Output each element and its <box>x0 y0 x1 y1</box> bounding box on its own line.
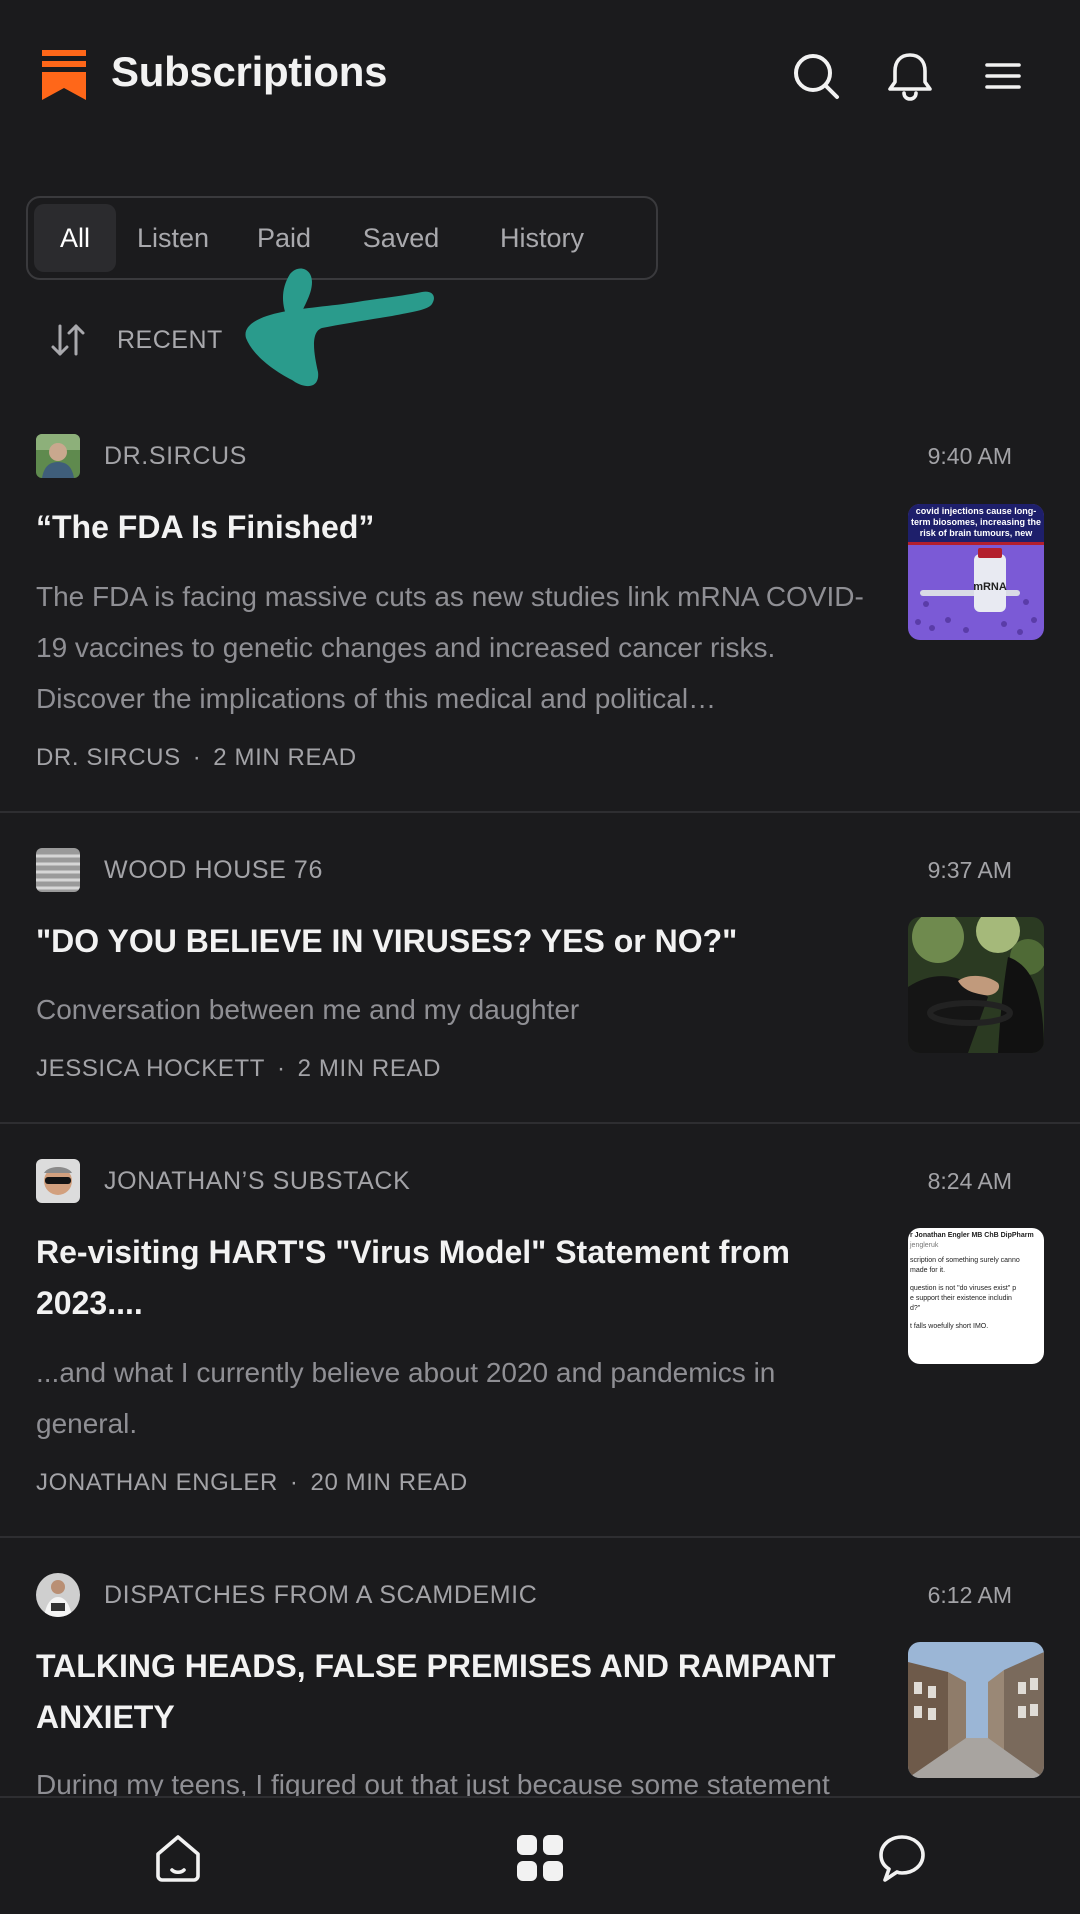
post-title[interactable]: Re-visiting HART'S "Virus Model" Stateme… <box>36 1227 866 1329</box>
post-subtitle: The FDA is facing massive cuts as new st… <box>36 581 864 714</box>
publication-name: JONATHAN’S SUBSTACK <box>104 1166 411 1195</box>
menu-button[interactable] <box>977 50 1029 102</box>
publication-row: DR.SIRCUS 9:40 AM <box>36 434 1046 478</box>
chat-bubble-icon <box>879 1835 925 1882</box>
sort-arrows-icon <box>51 324 85 356</box>
author-name: DR. SIRCUS <box>36 744 181 771</box>
tab-history[interactable]: History <box>464 204 620 272</box>
post-time: 9:37 AM <box>927 857 1012 883</box>
post-time: 8:24 AM <box>927 1168 1012 1194</box>
thumb-text: r Jonathan Engler MB ChB DipPharm jengle… <box>910 1232 1034 1330</box>
substack-logo-icon[interactable] <box>42 50 86 100</box>
search-icon <box>794 54 839 99</box>
post-subtitle: Conversation between me and my daughter <box>36 994 580 1025</box>
bottom-navigation <box>0 1796 1080 1914</box>
read-time: 20 MIN READ <box>310 1469 468 1496</box>
author-name: JESSICA HOCKETT <box>36 1055 266 1082</box>
publication-name: DR.SIRCUS <box>104 441 247 470</box>
hamburger-menu-icon <box>985 63 1021 89</box>
annotation-arrow-icon <box>245 268 434 387</box>
post-subtitle: During my teens, I figured out that just… <box>36 1769 830 1796</box>
publication-name: DISPATCHES FROM A SCAMDEMIC <box>104 1580 538 1609</box>
nav-grid-button[interactable] <box>510 1828 570 1888</box>
publication-row: WOOD HOUSE 76 9:37 AM <box>36 848 1046 892</box>
post-time: 6:12 AM <box>927 1582 1012 1608</box>
publication-row: DISPATCHES FROM A SCAMDEMIC 6:12 AM <box>36 1573 1046 1617</box>
page-title: Subscriptions <box>111 48 388 95</box>
divider <box>0 811 1080 813</box>
read-time: 2 MIN READ <box>213 744 357 771</box>
tab-all[interactable]: All <box>34 204 116 272</box>
home-icon <box>156 1835 200 1882</box>
sort-label: RECENT <box>117 325 223 354</box>
author-name: JONATHAN ENGLER <box>36 1469 278 1496</box>
post-meta: JONATHAN ENGLER · 20 MIN READ <box>36 1469 468 1496</box>
thumb-caption: covid injections cause long-term biosome… <box>910 506 1042 540</box>
post-thumbnail[interactable]: r Jonathan Engler MB ChB DipPharm jengle… <box>908 1228 1044 1364</box>
avatar <box>36 1159 80 1203</box>
avatar <box>36 1573 80 1617</box>
notifications-button[interactable] <box>884 50 936 102</box>
post-thumbnail[interactable] <box>908 1642 1044 1778</box>
post-time: 9:40 AM <box>927 443 1012 469</box>
search-button[interactable] <box>790 50 842 102</box>
post-meta: JESSICA HOCKETT · 2 MIN READ <box>36 1055 441 1082</box>
avatar <box>36 848 80 892</box>
app-header: Subscriptions <box>0 0 1080 150</box>
post-thumbnail[interactable]: mRNA covid injections cause long-term bi… <box>908 504 1044 640</box>
post-meta: DR. SIRCUS · 2 MIN READ <box>36 744 357 771</box>
subscriptions-screen: Subscriptions All Listen Paid Saved Hist… <box>0 0 1080 1914</box>
divider <box>0 1122 1080 1124</box>
post-title[interactable]: TALKING HEADS, FALSE PREMISES AND RAMPAN… <box>36 1641 866 1743</box>
post-subtitle: ...and what I currently believe about 20… <box>36 1357 776 1439</box>
grid-icon <box>517 1835 563 1881</box>
publication-name: WOOD HOUSE 76 <box>104 855 323 884</box>
nav-chat-button[interactable] <box>872 1828 932 1888</box>
divider <box>0 1536 1080 1538</box>
tab-listen[interactable]: Listen <box>116 204 230 272</box>
thumb-label: mRNA <box>973 581 1007 593</box>
nav-home-button[interactable] <box>148 1828 208 1888</box>
sort-control[interactable]: RECENT <box>48 318 223 362</box>
bell-icon <box>888 53 932 101</box>
read-time: 2 MIN READ <box>297 1055 441 1082</box>
avatar <box>36 434 80 478</box>
publication-row: JONATHAN’S SUBSTACK 8:24 AM <box>36 1159 1046 1203</box>
post-title[interactable]: "DO YOU BELIEVE IN VIRUSES? YES or NO?" <box>36 916 866 967</box>
post-title[interactable]: “The FDA Is Finished” <box>36 502 866 553</box>
post-thumbnail[interactable] <box>908 917 1044 1053</box>
